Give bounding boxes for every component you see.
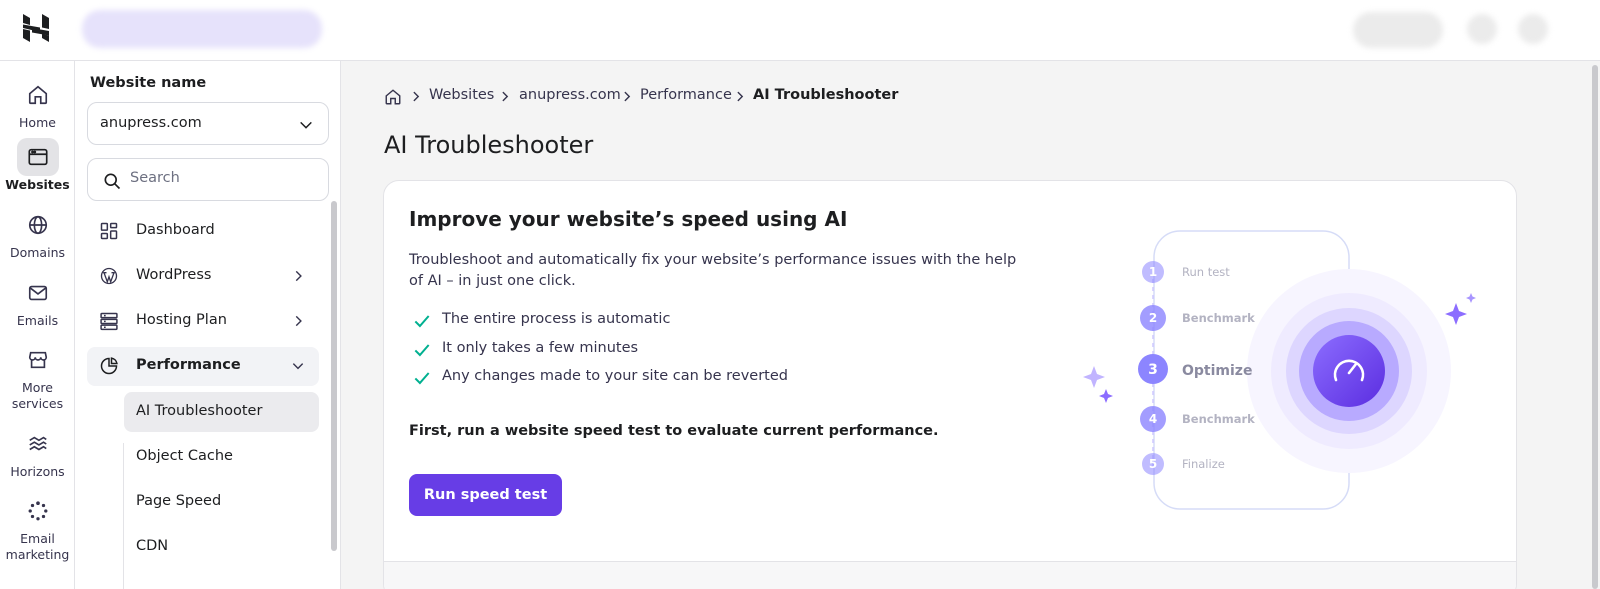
step-label: Finalize	[1182, 457, 1225, 471]
rail-label: Home	[19, 115, 56, 130]
rail-label: Emails	[16, 313, 59, 328]
rail-item-emails[interactable]: Emails	[0, 274, 75, 329]
card-heading: Improve your website’s speed using AI	[409, 207, 848, 231]
step-number: 2	[1149, 311, 1157, 325]
sidebar-scrollbar[interactable]	[331, 201, 337, 551]
rail-item-home[interactable]: Home	[0, 76, 75, 131]
home-icon	[17, 76, 59, 114]
run-speed-test-button[interactable]: Run speed test	[409, 474, 562, 516]
pie-chart-icon	[100, 357, 118, 375]
sidebar-subitem-object-cache[interactable]: Object Cache	[124, 437, 319, 477]
loader-icon	[17, 492, 59, 530]
breadcrumb-website[interactable]: anupress.com	[519, 87, 621, 103]
sidebar-item-label: Hosting Plan	[136, 312, 227, 328]
dashboard-icon	[100, 222, 118, 240]
home-icon[interactable]	[384, 88, 402, 106]
rail-item-more-services[interactable]: More services	[0, 341, 75, 412]
main-rail: Home Websites Domains Emails More servic…	[0, 61, 75, 589]
rail-item-email-marketing[interactable]: Email marketing	[0, 492, 75, 563]
step-number: 4	[1149, 412, 1157, 426]
card-description: Troubleshoot and automatically fix your …	[409, 252, 1017, 289]
sidebar-subitem-label: AI Troubleshooter	[136, 403, 263, 419]
store-icon	[17, 341, 59, 379]
sidebar-item-hosting-plan[interactable]: Hosting Plan	[87, 302, 319, 341]
main-content: Websites anupress.com Performance AI Tro…	[341, 61, 1600, 589]
check-icon	[414, 315, 430, 328]
sidebar-subitem-label: CDN	[136, 538, 169, 554]
sparkle-icon	[1099, 389, 1113, 403]
benefit-text: It only takes a few minutes	[442, 339, 639, 356]
speed-card: Improve your website’s speed using AI Tr…	[383, 180, 1517, 589]
sidebar-item-dashboard[interactable]: Dashboard	[87, 212, 319, 251]
hostinger-logo[interactable]	[20, 12, 52, 44]
chevron-right-icon	[413, 91, 420, 102]
website-select[interactable]: anupress.com	[87, 102, 329, 145]
sidebar-item-label: WordPress	[136, 267, 212, 283]
step-number: 5	[1149, 457, 1157, 471]
step-label: Run test	[1182, 265, 1230, 279]
sidebar-search	[87, 158, 329, 201]
rail-label: Horizons	[10, 464, 65, 479]
waves-icon	[17, 425, 59, 463]
chevron-down-icon	[292, 363, 304, 370]
check-icon	[414, 372, 430, 385]
sidebar-item-wordpress[interactable]: WordPress	[87, 257, 319, 296]
sidebar-item-label: Dashboard	[136, 222, 215, 238]
benefit-text: Any changes made to your site can be rev…	[442, 368, 788, 384]
step-label: Benchmark	[1182, 412, 1255, 426]
breadcrumb-current: AI Troubleshooter	[753, 87, 899, 103]
website-sidebar: Website name anupress.com Dashboard Word…	[75, 61, 341, 589]
ai-steps-illustration: 1 Run test 2 Benchmark 3 Optimize 4 Benchmark 5 F…	[1083, 230, 1476, 510]
step-number: 3	[1148, 362, 1158, 378]
rail-label: Email marketing	[5, 531, 70, 562]
top-bar	[0, 0, 1600, 61]
selected-website: anupress.com	[100, 115, 202, 131]
speed-test-prompt: First, run a website speed test to evalu…	[409, 423, 939, 439]
mail-icon	[17, 274, 59, 312]
chevron-right-icon	[624, 91, 631, 102]
sidebar-subitem-label: Object Cache	[136, 448, 233, 464]
chevron-down-icon	[300, 121, 312, 129]
chevron-right-icon	[295, 315, 302, 327]
page-title: AI Troubleshooter	[384, 131, 594, 159]
rail-item-domains[interactable]: Domains	[0, 206, 75, 261]
sidebar-item-label: Performance	[136, 357, 241, 373]
chevron-right-icon	[295, 270, 302, 282]
account-switcher[interactable]	[82, 10, 322, 48]
sidebar-subitem-cdn[interactable]: CDN	[124, 527, 319, 567]
rail-item-horizons[interactable]: Horizons	[0, 425, 75, 480]
sidebar-subitem-page-speed[interactable]: Page Speed	[124, 482, 319, 522]
avatar[interactable]	[1518, 14, 1548, 44]
sidebar-subitem-ai-troubleshooter[interactable]: AI Troubleshooter	[124, 392, 319, 432]
sidebar-title: Website name	[90, 75, 207, 91]
breadcrumb-websites[interactable]: Websites	[429, 87, 494, 103]
step-label: Optimize	[1182, 363, 1252, 379]
sparkle-icon	[1466, 293, 1476, 303]
benefit-text: The entire process is automatic	[442, 311, 671, 327]
search-icon	[104, 173, 121, 190]
rail-item-websites[interactable]: Websites	[0, 138, 75, 193]
check-icon	[414, 343, 430, 356]
breadcrumb-performance[interactable]: Performance	[640, 87, 732, 103]
sparkle-icon	[1083, 366, 1105, 388]
sidebar-item-performance[interactable]: Performance	[87, 347, 319, 386]
card-footer	[384, 561, 1516, 589]
upgrade-button[interactable]	[1353, 12, 1443, 48]
chevron-right-icon	[502, 91, 509, 102]
rail-label: Domains	[9, 245, 66, 260]
page-scrollbar[interactable]	[1592, 65, 1598, 589]
globe-icon	[17, 206, 59, 244]
help-icon[interactable]	[1467, 14, 1497, 44]
rail-label: More services	[11, 380, 64, 411]
browser-window-icon	[16, 138, 59, 176]
sidebar-subitem-label: Page Speed	[136, 493, 222, 509]
step-label: Benchmark	[1182, 311, 1255, 325]
chevron-right-icon	[737, 91, 744, 102]
sparkle-icon	[1445, 303, 1467, 325]
step-number: 1	[1149, 265, 1157, 279]
rail-label: Websites	[5, 177, 70, 192]
search-input[interactable]	[130, 170, 310, 186]
server-icon	[100, 312, 118, 331]
wordpress-icon	[100, 267, 118, 285]
